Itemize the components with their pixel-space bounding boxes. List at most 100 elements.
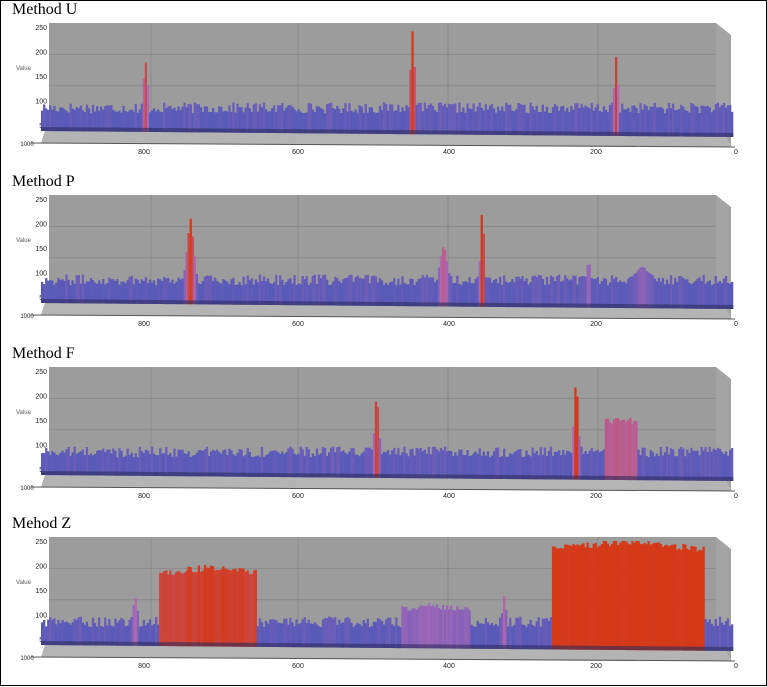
data-bar-shadow — [130, 641, 133, 646]
data-bar-shadow — [374, 301, 378, 306]
data-bar-shadow — [505, 645, 508, 649]
data-bar-shadow — [598, 131, 601, 136]
data-bar — [275, 274, 278, 305]
data-bar-shadow — [366, 473, 369, 478]
data-bar-shadow — [460, 474, 463, 479]
data-bar — [572, 544, 575, 650]
data-bar — [490, 104, 494, 135]
data-bar-shadow — [543, 303, 546, 308]
data-bar-shadow — [83, 471, 86, 476]
data-bar-shadow — [645, 476, 648, 481]
y-tick-label: 250 — [35, 197, 47, 204]
data-bar-shadow — [79, 299, 82, 304]
data-bar-shadow — [729, 647, 732, 651]
data-bar-shadow — [657, 476, 660, 481]
data-bar — [564, 275, 567, 308]
data-bar — [236, 571, 239, 647]
data-bar-shadow — [165, 128, 168, 133]
data-bar — [558, 274, 561, 308]
data-bar-shadow — [454, 474, 457, 479]
data-bar-shadow — [686, 476, 689, 481]
data-bar — [602, 449, 606, 480]
data-bar-shadow — [592, 645, 595, 650]
data-bar-shadow — [456, 474, 459, 479]
data-bar-shadow — [413, 130, 416, 135]
data-bar-shadow — [708, 304, 711, 309]
data-bar — [484, 618, 487, 649]
data-bar-shadow — [637, 132, 640, 137]
data-bar — [558, 548, 561, 650]
data-bar-shadow — [342, 129, 345, 134]
data-bar — [413, 67, 416, 135]
y-tick-label: 200 — [35, 222, 47, 229]
data-bar — [305, 446, 308, 478]
data-bar — [376, 406, 380, 478]
data-bar-shadow — [631, 304, 634, 309]
data-bar-shadow — [490, 474, 494, 479]
data-bar-shadow — [43, 471, 46, 475]
data-bar-shadow — [79, 471, 82, 476]
data-bar-shadow — [382, 644, 386, 648]
data-bar-shadow — [535, 645, 538, 650]
data-bar-shadow — [672, 304, 675, 309]
data-bar-shadow — [161, 472, 164, 476]
data-bar-shadow — [279, 301, 282, 306]
data-bar-shadow — [480, 474, 483, 479]
data-bar — [362, 278, 365, 306]
data-bar-shadow — [452, 474, 455, 479]
data-bar-shadow — [185, 642, 188, 647]
data-bar-shadow — [421, 302, 424, 307]
data-bar-shadow — [718, 304, 722, 309]
data-bar — [708, 446, 711, 481]
data-bar-shadow — [562, 475, 565, 480]
data-bar-shadow — [472, 644, 475, 649]
data-bar — [576, 544, 579, 650]
data-bar-shadow — [568, 303, 571, 308]
data-bar-shadow — [460, 644, 463, 649]
data-bar-shadow — [77, 471, 80, 476]
data-bar-shadow — [207, 472, 211, 477]
data-bar-shadow — [334, 473, 337, 478]
data-bar-shadow — [53, 127, 56, 132]
data-bar-shadow — [122, 471, 125, 476]
data-bar — [411, 448, 414, 479]
data-bar — [726, 618, 730, 651]
data-bar — [612, 88, 616, 136]
data-bar-shadow — [271, 473, 274, 477]
data-bar — [91, 617, 95, 646]
data-bar — [596, 547, 599, 650]
data-bar-shadow — [71, 127, 74, 132]
data-bar-shadow — [183, 128, 186, 133]
data-bar-shadow — [374, 129, 378, 134]
data-bar — [529, 619, 532, 650]
data-bar — [370, 449, 373, 478]
data-bar-shadow — [236, 642, 239, 647]
data-bar — [224, 449, 227, 477]
data-bar-shadow — [203, 300, 207, 305]
data-bar — [417, 279, 420, 307]
data-bar-shadow — [637, 646, 640, 651]
data-bar-shadow — [234, 472, 237, 477]
data-bar-shadow — [606, 131, 610, 136]
data-bar — [674, 277, 677, 309]
data-bar-shadow — [69, 471, 72, 476]
data-bar — [336, 278, 339, 306]
data-bar — [631, 541, 634, 651]
data-bar-shadow — [51, 471, 54, 476]
data-bar — [338, 446, 341, 478]
data-bar-shadow — [411, 474, 414, 479]
data-bar — [446, 451, 449, 479]
data-bar-shadow — [496, 475, 500, 479]
data-bar-shadow — [116, 127, 119, 132]
data-bar-shadow — [266, 301, 270, 305]
data-bar-shadow — [55, 471, 58, 476]
data-bar — [175, 572, 178, 647]
data-bar-shadow — [305, 473, 308, 478]
data-bar-shadow — [669, 646, 673, 651]
data-bar — [301, 619, 304, 648]
data-bar-shadow — [79, 641, 82, 646]
data-bar — [120, 617, 123, 646]
data-bar — [521, 276, 524, 308]
data-bar — [138, 446, 141, 476]
data-bar-shadow — [647, 132, 650, 137]
